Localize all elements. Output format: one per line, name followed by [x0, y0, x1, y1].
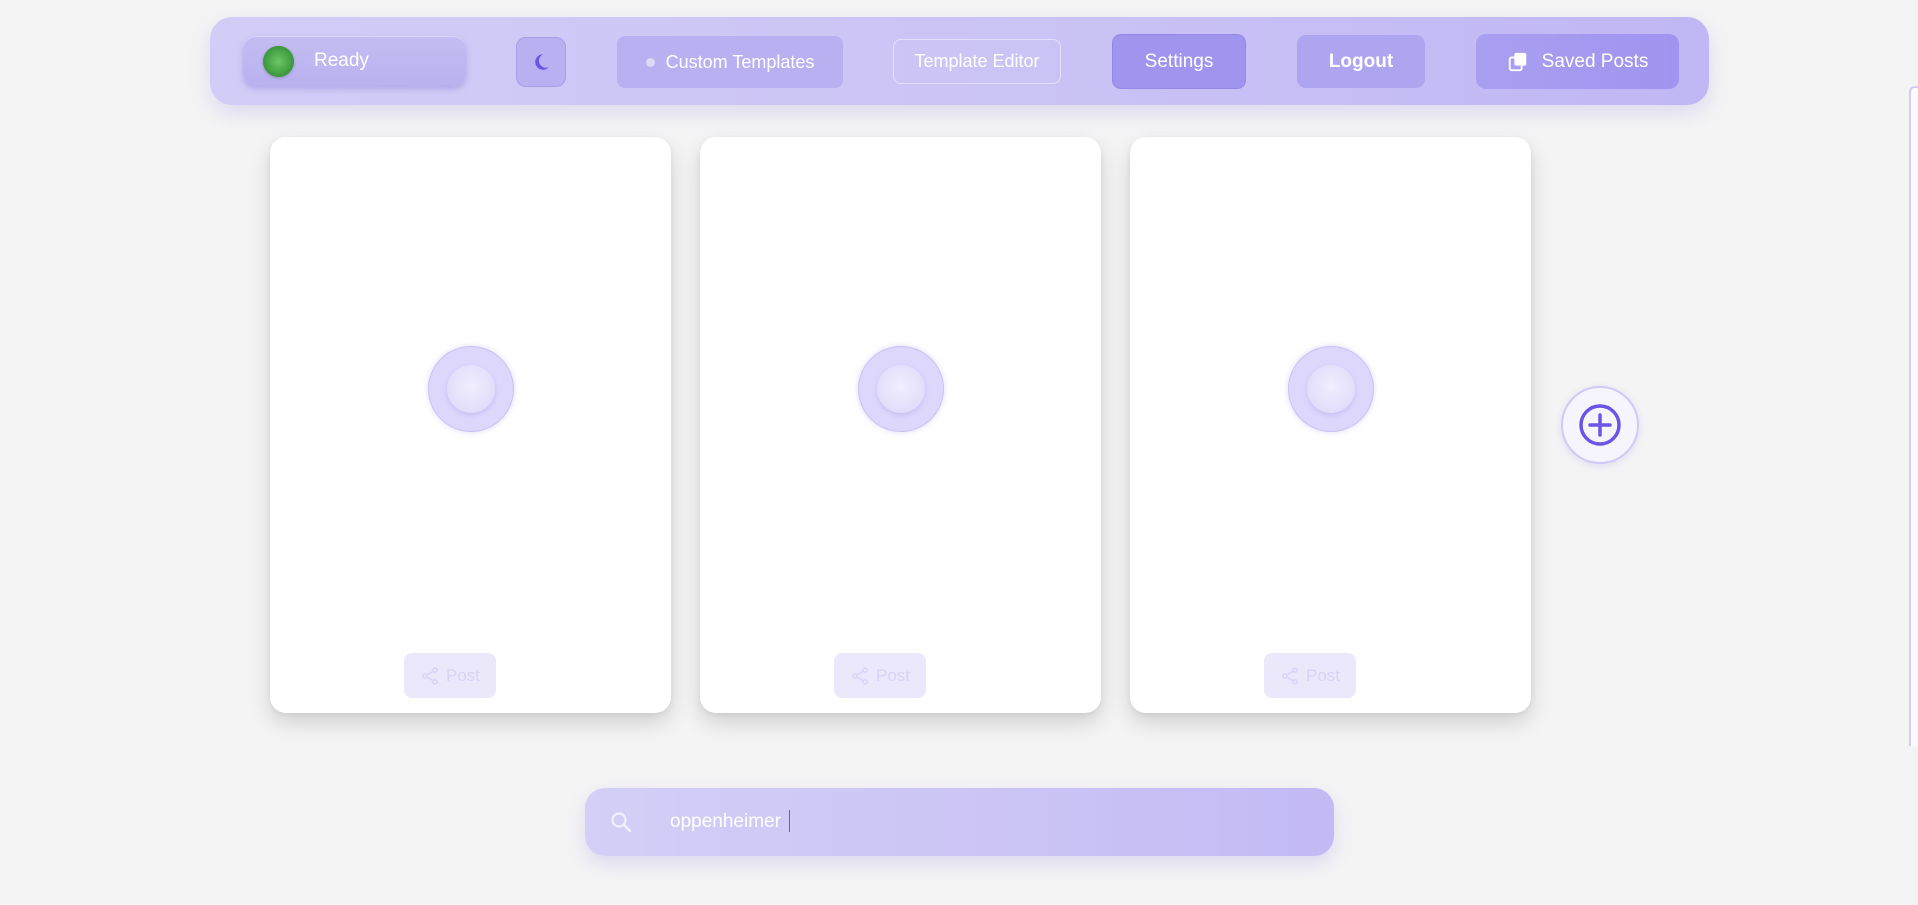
- post-button-label: Post: [875, 665, 911, 685]
- post-button[interactable]: Post: [834, 653, 926, 698]
- post-card: Post: [700, 137, 1101, 713]
- moon-icon: [535, 54, 549, 70]
- post-button[interactable]: Post: [1264, 653, 1356, 698]
- custom-templates-label: Custom Templates: [665, 51, 815, 72]
- post-card: Post: [270, 137, 671, 713]
- search-bar: [585, 788, 1334, 856]
- share-icon: [852, 666, 868, 685]
- share-icon: [1282, 666, 1298, 685]
- loading-spinner-icon: [1288, 346, 1374, 432]
- dot-icon: [645, 57, 655, 67]
- add-card-button[interactable]: [1561, 386, 1639, 464]
- search-input[interactable]: [670, 804, 1270, 840]
- template-editor-label: Template Editor: [914, 51, 1040, 71]
- side-panel-edge[interactable]: [1909, 86, 1918, 746]
- loading-spinner-icon: [428, 346, 514, 432]
- saved-posts-button[interactable]: Saved Posts: [1476, 34, 1679, 89]
- settings-label: Settings: [1144, 50, 1214, 72]
- status-indicator: Ready: [243, 36, 466, 86]
- status-dot-icon: [263, 45, 294, 77]
- collection-icon: [1508, 52, 1526, 71]
- text-caret: [789, 810, 790, 832]
- top-navigation-bar: Ready Custom Templates Template Editor S…: [210, 17, 1709, 105]
- logout-label: Logout: [1328, 50, 1394, 72]
- post-button-label: Post: [1305, 665, 1341, 685]
- post-button-label: Post: [445, 665, 481, 685]
- status-label: Ready: [314, 50, 369, 71]
- saved-posts-label: Saved Posts: [1541, 50, 1649, 72]
- custom-templates-button[interactable]: Custom Templates: [617, 36, 843, 88]
- loading-spinner-icon: [858, 346, 944, 432]
- search-icon: [611, 812, 632, 833]
- post-button[interactable]: Post: [404, 653, 496, 698]
- share-icon: [422, 666, 438, 685]
- app-viewport: Ready Custom Templates Template Editor S…: [0, 0, 1918, 905]
- post-card: Post: [1130, 137, 1531, 713]
- settings-button[interactable]: Settings: [1112, 34, 1246, 89]
- template-editor-button[interactable]: Template Editor: [893, 39, 1061, 84]
- plus-circle-icon: [1579, 404, 1621, 446]
- theme-toggle-button[interactable]: [516, 37, 566, 87]
- logout-button[interactable]: Logout: [1297, 35, 1425, 88]
